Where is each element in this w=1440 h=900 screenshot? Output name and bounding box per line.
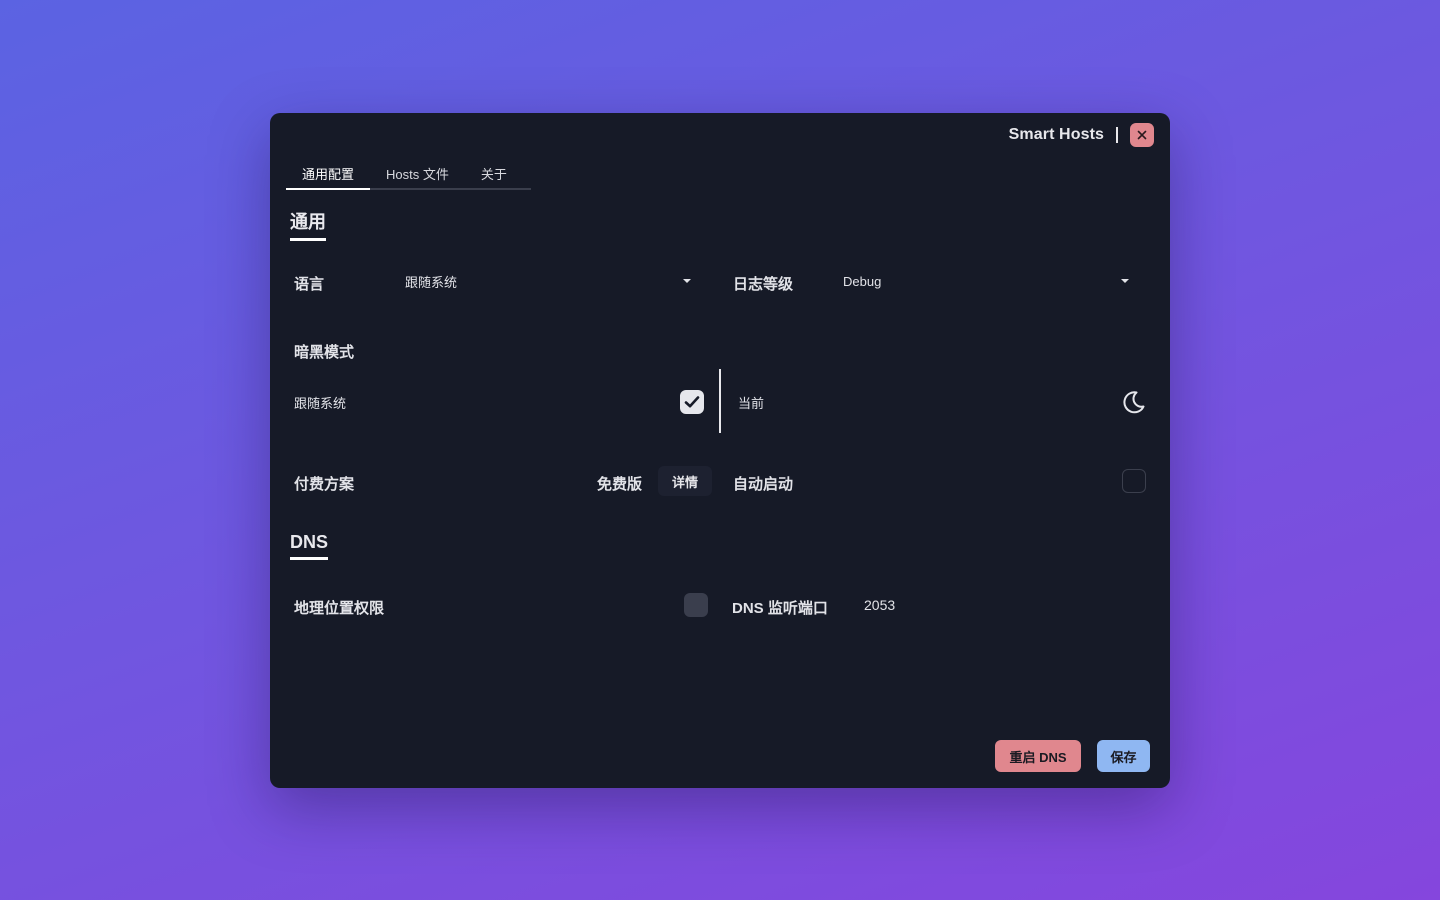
tab-about[interactable]: 关于 bbox=[465, 157, 523, 188]
autostart-label: 自动启动 bbox=[733, 476, 794, 493]
language-select-value: 跟随系统 bbox=[405, 274, 458, 290]
plan-detail-button[interactable]: 详情 bbox=[658, 466, 712, 496]
dark-mode-follow-system-label: 跟随系统 bbox=[294, 396, 347, 411]
save-button[interactable]: 保存 bbox=[1097, 740, 1150, 772]
section-title-dns: DNS bbox=[290, 532, 329, 560]
log-level-label: 日志等级 bbox=[733, 276, 794, 293]
close-button[interactable] bbox=[1130, 123, 1154, 147]
autostart-checkbox[interactable] bbox=[1122, 469, 1146, 493]
dark-mode-label: 暗黑模式 bbox=[294, 344, 355, 361]
log-level-select-value: Debug bbox=[843, 273, 882, 289]
geo-permission-label: 地理位置权限 bbox=[294, 600, 385, 617]
dark-mode-current-label: 当前 bbox=[738, 396, 765, 411]
title-separator bbox=[1116, 127, 1118, 143]
language-label: 语言 bbox=[294, 276, 325, 293]
tab-hosts-file[interactable]: Hosts 文件 bbox=[370, 157, 465, 188]
dark-mode-divider bbox=[719, 369, 721, 433]
plan-label: 付费方案 bbox=[294, 476, 355, 493]
chevron-down-icon bbox=[1121, 279, 1129, 283]
language-select[interactable]: 跟随系统 bbox=[405, 269, 691, 293]
log-level-select[interactable]: Debug bbox=[843, 269, 1129, 293]
tab-general[interactable]: 通用配置 bbox=[286, 157, 371, 190]
plan-value: 免费版 bbox=[597, 476, 643, 493]
settings-window: Smart Hosts 通用配置 Hosts 文件 关于 通用 语言 跟随系统 … bbox=[270, 113, 1170, 788]
close-icon bbox=[1137, 130, 1147, 140]
chevron-down-icon bbox=[683, 279, 691, 283]
dns-port-label: DNS 监听端口 bbox=[732, 600, 828, 617]
restart-dns-button[interactable]: 重启 DNS bbox=[995, 740, 1081, 772]
checkmark-icon bbox=[684, 396, 700, 408]
dark-mode-follow-system-checkbox[interactable] bbox=[680, 390, 704, 414]
dns-port-input[interactable]: 2053 bbox=[864, 597, 895, 613]
geo-permission-checkbox[interactable] bbox=[684, 593, 708, 617]
section-title-general: 通用 bbox=[290, 208, 326, 241]
settings-tabs: 通用配置 Hosts 文件 关于 bbox=[286, 157, 531, 190]
moon-icon[interactable] bbox=[1119, 388, 1147, 416]
app-title: Smart Hosts bbox=[1008, 126, 1104, 143]
